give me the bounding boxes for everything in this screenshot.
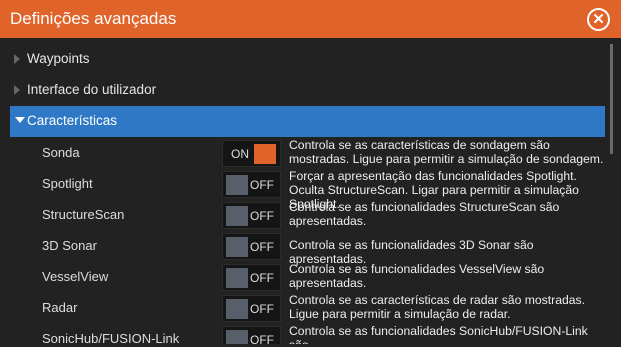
feature-description: Controla se as funcionalidades VesselVie… [289,262,545,290]
expand-arrow-icon [14,54,20,64]
category-label: Características [27,113,118,128]
toggle-state: OFF [250,271,274,285]
feature-name: StructureScan [42,207,125,222]
toggle-state: OFF [250,333,274,344]
expand-arrow-icon [14,85,20,95]
toggle-state: OFF [250,209,274,223]
feature-name: Sonda [42,145,80,160]
feature-row-sonda: Sonda ON Controla se as características … [10,137,605,168]
collapse-arrow-icon [15,117,25,123]
toggle-switch[interactable]: OFF [222,171,281,198]
toggle-knob [226,175,248,195]
feature-name: 3D Sonar [42,238,97,253]
toggle-knob [226,330,248,344]
category-label: Waypoints [27,51,90,66]
feature-description: Controla se as funcionalidades Structure… [289,200,560,228]
feature-row-3d-sonar: 3D Sonar OFF Controla se as funcionalida… [10,230,605,266]
toggle-state: ON [231,147,249,161]
feature-row-sonichub: SonicHub/FUSION-Link OFF Controla se as … [10,323,605,344]
toggle-knob [254,144,276,164]
settings-list: Waypoints Interface do utilizador Caract… [10,44,605,344]
toggle-switch[interactable]: OFF [222,233,281,260]
scrollbar[interactable] [610,44,613,154]
dialog-title: Definições avançadas [10,9,177,28]
category-caracteristicas[interactable]: Características [10,106,605,137]
toggle-state: OFF [250,302,274,316]
toggle-knob [226,299,248,319]
feature-row-radar: Radar OFF Controla se as características… [10,292,605,323]
feature-description: Controla se as funcionalidades SonicHub/… [289,324,588,344]
feature-description: Controla se as características de sondag… [289,138,604,166]
toggle-state: OFF [250,240,274,254]
category-label: Interface do utilizador [27,82,157,97]
toggle-switch[interactable]: OFF [222,326,281,344]
toggle-switch[interactable]: OFF [222,264,281,291]
feature-name: Spotlight [42,176,93,191]
feature-row-spotlight: Spotlight OFF Forçar a apresentação das … [10,168,605,211]
category-waypoints[interactable]: Waypoints [10,44,605,75]
category-interface[interactable]: Interface do utilizador [10,75,605,106]
toggle-switch[interactable]: OFF [222,202,281,229]
toggle-knob [226,237,248,257]
title-bar: Definições avançadas ✕ [0,0,621,38]
feature-name: SonicHub/FUSION-Link [42,331,180,344]
toggle-knob [226,206,248,226]
feature-description: Controla se as características de radar … [289,293,586,321]
toggle-knob [226,268,248,288]
feature-row-structurescan: StructureScan OFF Controla se as funcion… [10,199,605,230]
advanced-settings-dialog: Definições avançadas ✕ Waypoints Interfa… [0,0,621,347]
feature-row-vesselview: VesselView OFF Controla se as funcionali… [10,261,605,292]
toggle-state: OFF [250,178,274,192]
feature-name: Radar [42,300,78,315]
feature-name: VesselView [42,269,109,284]
toggle-switch[interactable]: OFF [222,295,281,322]
close-icon[interactable]: ✕ [587,8,610,31]
toggle-switch[interactable]: ON [222,140,281,167]
